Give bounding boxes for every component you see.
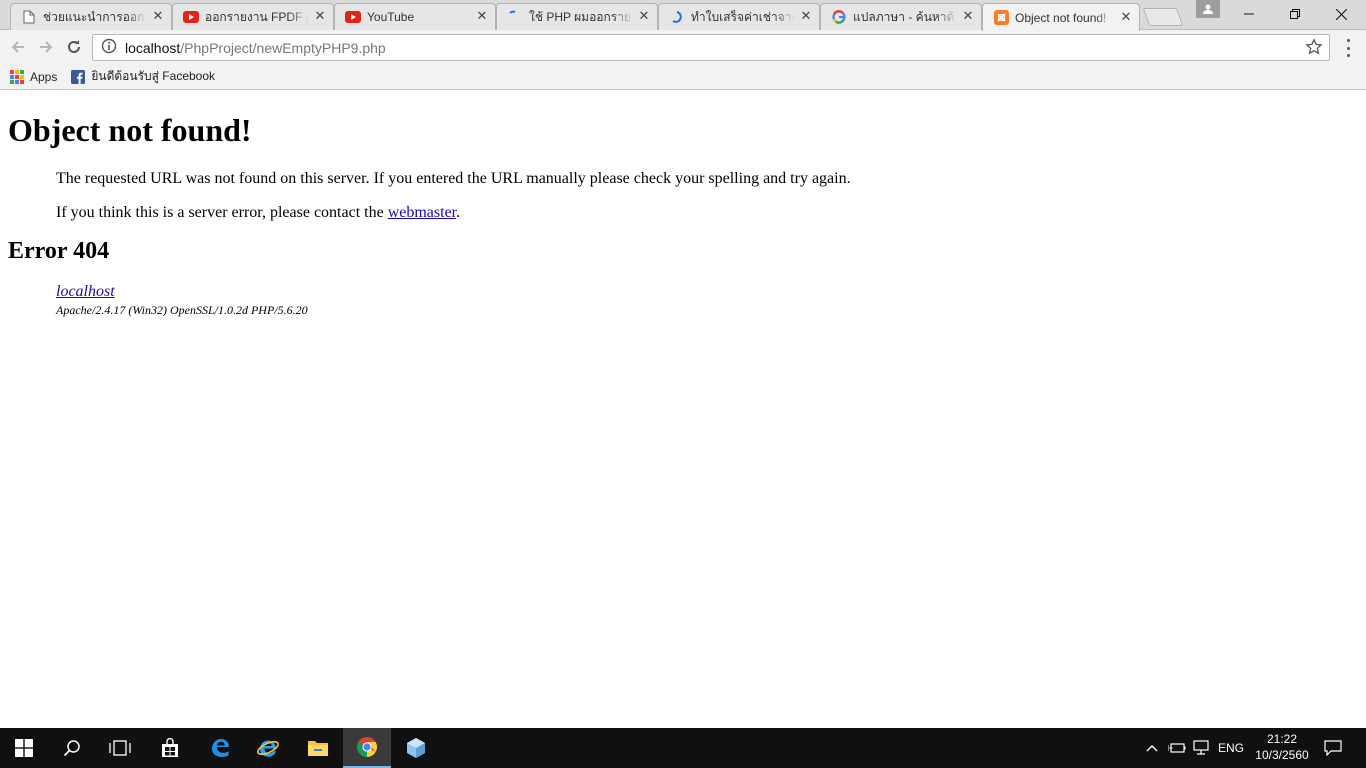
menu-icon[interactable] [1340, 38, 1356, 58]
tab-strip: ช่วยแนะนำการออกรายงาน ✕ ออกรายงาน FPDF p… [0, 0, 1366, 31]
close-icon[interactable]: ✕ [1119, 10, 1133, 25]
start-button[interactable] [0, 728, 48, 768]
page-title: Object not found! [8, 112, 252, 148]
tab-object-not-found[interactable]: Object not found! ✕ [982, 3, 1140, 31]
url-path: /PhpProject/newEmptyPHP9.php [180, 39, 386, 56]
tab-php-report[interactable]: ใช้ PHP ผมออกรายงาน ✕ [496, 3, 658, 30]
action-center-icon[interactable] [1324, 728, 1342, 768]
contact-suffix: . [456, 204, 461, 221]
tab-title: ทำใบเสร็จค่าเช่าจาก PHP [691, 9, 795, 24]
forward-button[interactable] [35, 36, 57, 58]
restore-button[interactable] [1272, 0, 1318, 28]
xampp-icon [993, 10, 1009, 26]
address-bar[interactable]: localhost/PhpProject/newEmptyPHP9.php [92, 34, 1330, 61]
google-icon [831, 9, 847, 25]
page-content: Object not found! The requested URL was … [0, 90, 1366, 728]
webmaster-link[interactable]: webmaster [388, 204, 456, 221]
task-view-icon[interactable] [96, 728, 144, 768]
close-icon[interactable]: ✕ [637, 10, 651, 24]
loading-icon [507, 9, 523, 25]
server-address: localhost Apache/2.4.17 (Win32) OpenSSL/… [56, 283, 1358, 318]
bookmarks-bar: Apps ยินดีต้อนรับสู่ Facebook [0, 64, 1366, 90]
reload-button[interactable] [63, 36, 85, 58]
taskbar: ENG 21:22 10/3/2560 [0, 728, 1366, 768]
minimize-button[interactable] [1226, 0, 1272, 28]
clock[interactable]: 21:22 10/3/2560 [1252, 731, 1312, 763]
bookmark-facebook[interactable]: ยินดีต้อนรับสู่ Facebook [71, 67, 215, 86]
bookmark-label: Apps [30, 69, 58, 84]
virtualbox-icon[interactable] [392, 728, 440, 768]
show-hidden-icons-button[interactable] [1146, 728, 1158, 768]
internet-explorer-icon[interactable] [244, 728, 292, 768]
clock-time: 21:22 [1266, 732, 1298, 746]
store-icon[interactable] [146, 728, 194, 768]
tab-title: ใช้ PHP ผมออกรายงาน [529, 9, 633, 24]
loading-icon [669, 9, 685, 25]
edge-icon[interactable] [196, 728, 244, 768]
tab-title: ช่วยแนะนำการออกรายงาน [43, 9, 147, 24]
browser-toolbar: localhost/PhpProject/newEmptyPHP9.php [0, 30, 1366, 64]
file-explorer-icon[interactable] [294, 728, 342, 768]
language-indicator[interactable]: ENG [1218, 728, 1244, 768]
youtube-icon [345, 9, 361, 25]
contact-message: If you think this is a server error, ple… [56, 204, 1358, 222]
info-icon[interactable] [101, 38, 117, 58]
tab-google-translate[interactable]: แปลภาษา - ค้นหาด้วย Google ✕ [820, 3, 982, 30]
close-icon[interactable]: ✕ [961, 10, 975, 24]
bookmark-apps[interactable]: Apps [10, 69, 58, 84]
url-host: localhost [125, 39, 181, 56]
chrome-icon[interactable] [343, 728, 391, 768]
tab-fpdf-report[interactable]: ออกรายงาน FPDF php ✕ [172, 3, 334, 30]
new-tab-button[interactable] [1142, 8, 1184, 26]
search-icon[interactable] [48, 728, 96, 768]
close-icon[interactable]: ✕ [799, 10, 813, 24]
document-icon [21, 9, 37, 25]
bookmark-star-icon[interactable] [1305, 38, 1323, 56]
server-signature: Apache/2.4.17 (Win32) OpenSSL/1.0.2d PHP… [56, 303, 308, 317]
battery-icon[interactable] [1168, 728, 1186, 768]
apps-grid-icon [10, 69, 24, 84]
tab-receipt[interactable]: ทำใบเสร็จค่าเช่าจาก PHP ✕ [658, 3, 820, 30]
youtube-icon [183, 9, 199, 25]
bookmark-label: ยินดีต้อนรับสู่ Facebook [91, 69, 216, 83]
close-window-button[interactable] [1318, 0, 1364, 28]
tab-title: แปลภาษา - ค้นหาด้วย Google [853, 9, 957, 24]
tab-youtube[interactable]: YouTube ✕ [334, 3, 496, 30]
close-icon[interactable]: ✕ [151, 10, 165, 24]
clock-date: 10/3/2560 [1255, 748, 1309, 762]
profile-icon[interactable] [1196, 0, 1220, 18]
tab-help-report[interactable]: ช่วยแนะนำการออกรายงาน ✕ [10, 3, 172, 30]
url-text[interactable]: localhost/PhpProject/newEmptyPHP9.php [125, 40, 386, 56]
localhost-link[interactable]: localhost [56, 283, 1358, 301]
tab-title: Object not found! [1015, 10, 1107, 25]
error-description: The requested URL was not found on this … [8, 170, 1358, 222]
close-icon[interactable]: ✕ [313, 10, 327, 24]
contact-prefix: If you think this is a server error, ple… [56, 204, 388, 221]
close-icon[interactable]: ✕ [475, 10, 489, 24]
tab-title: YouTube [367, 10, 415, 24]
error-message: The requested URL was not found on this … [56, 170, 851, 187]
back-button[interactable] [7, 36, 29, 58]
facebook-icon [71, 69, 86, 84]
tab-title: ออกรายงาน FPDF php [205, 9, 309, 24]
network-icon[interactable] [1192, 728, 1210, 768]
error-code: Error 404 [8, 238, 110, 264]
